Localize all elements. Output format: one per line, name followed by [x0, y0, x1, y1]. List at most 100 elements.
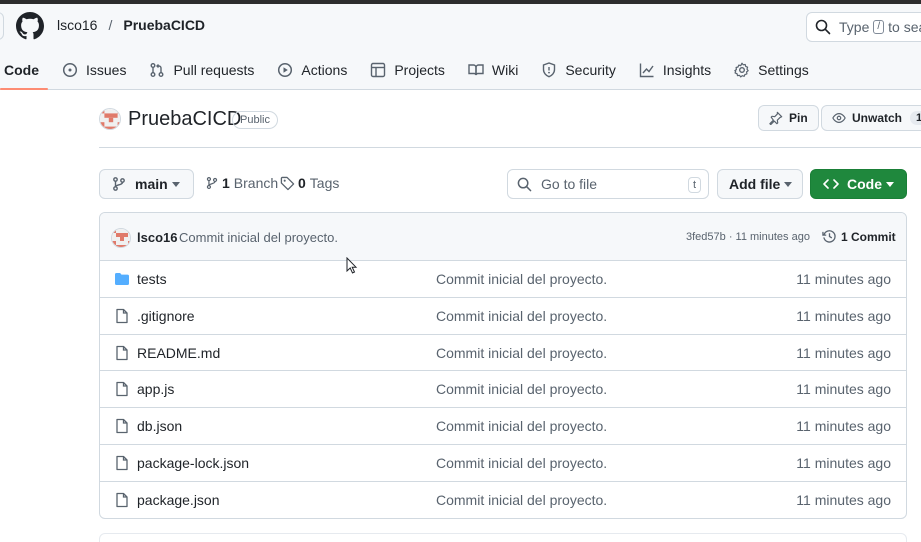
tab-label: Wiki: [491, 62, 519, 78]
tags-label: Tags: [309, 175, 340, 191]
breadcrumb-owner-link[interactable]: lsco16: [57, 17, 97, 33]
branches-count: 1: [222, 175, 230, 191]
branches-label: Branch: [233, 175, 279, 191]
tab-issues[interactable]: Issues: [53, 54, 135, 86]
play-icon: [278, 62, 293, 78]
tab-label: Issues: [86, 62, 127, 78]
file-commit-message[interactable]: Commit inicial del proyecto.: [436, 381, 607, 397]
repo-name-heading[interactable]: PruebaCICD: [128, 108, 241, 131]
file-commit-message[interactable]: Commit inicial del proyecto.: [436, 418, 607, 434]
commit-separator: ·: [725, 231, 736, 243]
table-row[interactable]: README.md Commit inicial del proyecto. 1…: [100, 335, 906, 372]
tab-label: Insights: [662, 62, 712, 78]
repo-nav-tabs: Code Issues Pull requests Actions Projec…: [0, 54, 823, 90]
file-name-link[interactable]: package-lock.json: [137, 455, 249, 471]
branches-link[interactable]: 1 Branch: [205, 175, 278, 191]
file-commit-message[interactable]: Commit inicial del proyecto.: [436, 492, 607, 508]
file-icon: [116, 455, 128, 471]
tab-label: Code: [4, 62, 39, 78]
graph-icon: [639, 63, 654, 78]
branch-name: main: [135, 176, 168, 192]
breadcrumb-separator: /: [108, 17, 113, 33]
tab-settings[interactable]: Settings: [725, 54, 818, 86]
tab-actions[interactable]: Actions: [268, 54, 356, 86]
search-suffix-text: to search: [888, 19, 921, 35]
book-icon: [468, 64, 484, 76]
identicon-icon: [100, 109, 120, 129]
header-top-row: lsco16 / PruebaCICD Type / to search: [0, 4, 921, 48]
menu-button[interactable]: [0, 12, 4, 40]
table-row[interactable]: package.json Commit inicial del proyecto…: [100, 482, 906, 518]
watch-label: Unwatch: [852, 111, 903, 125]
visibility-badge: Public: [232, 111, 278, 129]
commit-author-link[interactable]: lsco16: [137, 230, 177, 245]
tab-label: Pull requests: [173, 62, 255, 78]
commit-history-link[interactable]: 1 Commit: [822, 229, 896, 244]
table-row[interactable]: tests Commit inicial del proyecto. 11 mi…: [100, 261, 906, 298]
chevron-down-icon: [784, 182, 792, 187]
file-list: tests Commit inicial del proyecto. 11 mi…: [100, 261, 906, 518]
table-row[interactable]: app.js Commit inicial del proyecto. 11 m…: [100, 371, 906, 409]
file-commit-message[interactable]: Commit inicial del proyecto.: [436, 308, 607, 324]
file-icon: [116, 419, 128, 434]
git-branch-icon: [113, 177, 125, 191]
chevron-down-icon: [886, 182, 894, 187]
table-icon: [371, 62, 386, 78]
file-icon: [116, 382, 128, 397]
add-file-label: Add file: [729, 176, 781, 192]
repo-header: lsco16 / PruebaCICD Type / to search Cod…: [0, 4, 921, 90]
tab-projects[interactable]: Projects: [361, 54, 454, 86]
file-commit-age: 11 minutes ago: [796, 271, 891, 287]
tab-code[interactable]: Code: [0, 54, 48, 90]
file-commit-age: 11 minutes ago: [796, 491, 891, 508]
table-row[interactable]: .gitignore Commit inicial del proyecto. …: [100, 298, 906, 335]
commit-hash-and-age[interactable]: 3fed57b · 11 minutes ago: [686, 231, 810, 243]
commit-message-link[interactable]: Commit inicial del proyecto.: [179, 230, 338, 245]
commit-count-label: 1 Commit: [841, 229, 896, 244]
go-to-file-placeholder: Go to file: [541, 176, 598, 192]
file-commit-message[interactable]: Commit inicial del proyecto.: [436, 271, 607, 287]
pin-label: Pin: [789, 111, 808, 125]
tab-label: Security: [565, 62, 616, 78]
global-search-input[interactable]: Type / to search: [806, 12, 921, 42]
add-file-button[interactable]: Add file: [717, 169, 803, 199]
branch-selector-button[interactable]: main: [99, 169, 194, 199]
table-row[interactable]: package-lock.json Commit inicial del pro…: [100, 445, 906, 482]
tab-insights[interactable]: Insights: [630, 54, 720, 86]
repo-title-bar: PruebaCICD Public Pin Unwatch 1: [99, 105, 921, 149]
history-icon: [822, 230, 836, 243]
tab-wiki[interactable]: Wiki: [459, 54, 527, 86]
pin-button[interactable]: Pin: [758, 105, 819, 131]
file-commit-age: 11 minutes ago: [796, 307, 891, 324]
tab-security[interactable]: Security: [532, 54, 625, 86]
tags-link[interactable]: 0 Tags: [280, 175, 339, 191]
repo-owner-avatar[interactable]: [99, 108, 121, 130]
shield-icon: [543, 62, 556, 78]
search-prefix-text: Type: [839, 19, 870, 35]
table-row[interactable]: db.json Commit inicial del proyecto. 11 …: [100, 408, 906, 445]
chevron-down-icon: [172, 182, 180, 187]
search-icon: [517, 177, 532, 191]
breadcrumb-repo-link[interactable]: PruebaCICD: [123, 17, 205, 33]
github-logo-icon[interactable]: [16, 12, 44, 40]
file-name-link[interactable]: README.md: [137, 345, 220, 361]
file-name-link[interactable]: .gitignore: [137, 308, 195, 324]
file-name-link[interactable]: package.json: [137, 492, 220, 508]
pull-request-icon: [150, 63, 164, 77]
tab-pull-requests[interactable]: Pull requests: [140, 54, 263, 86]
file-toolbar: main 1 Branch 0 Tags Go to file t Add fi…: [99, 169, 907, 199]
issue-icon: [62, 62, 78, 78]
file-name-link[interactable]: tests: [137, 271, 167, 287]
tab-label: Actions: [301, 62, 348, 78]
gear-icon: [734, 62, 749, 78]
file-name-link[interactable]: db.json: [137, 418, 182, 434]
search-icon: [815, 19, 831, 35]
avatar[interactable]: [111, 228, 131, 248]
file-commit-message[interactable]: Commit inicial del proyecto.: [436, 455, 607, 471]
go-to-file-input[interactable]: Go to file t: [507, 169, 709, 199]
tags-count: 0: [298, 175, 306, 191]
file-name-link[interactable]: app.js: [137, 381, 174, 397]
code-button[interactable]: Code: [810, 169, 907, 199]
unwatch-button[interactable]: Unwatch 1: [821, 105, 921, 131]
file-commit-message[interactable]: Commit inicial del proyecto.: [436, 345, 607, 361]
